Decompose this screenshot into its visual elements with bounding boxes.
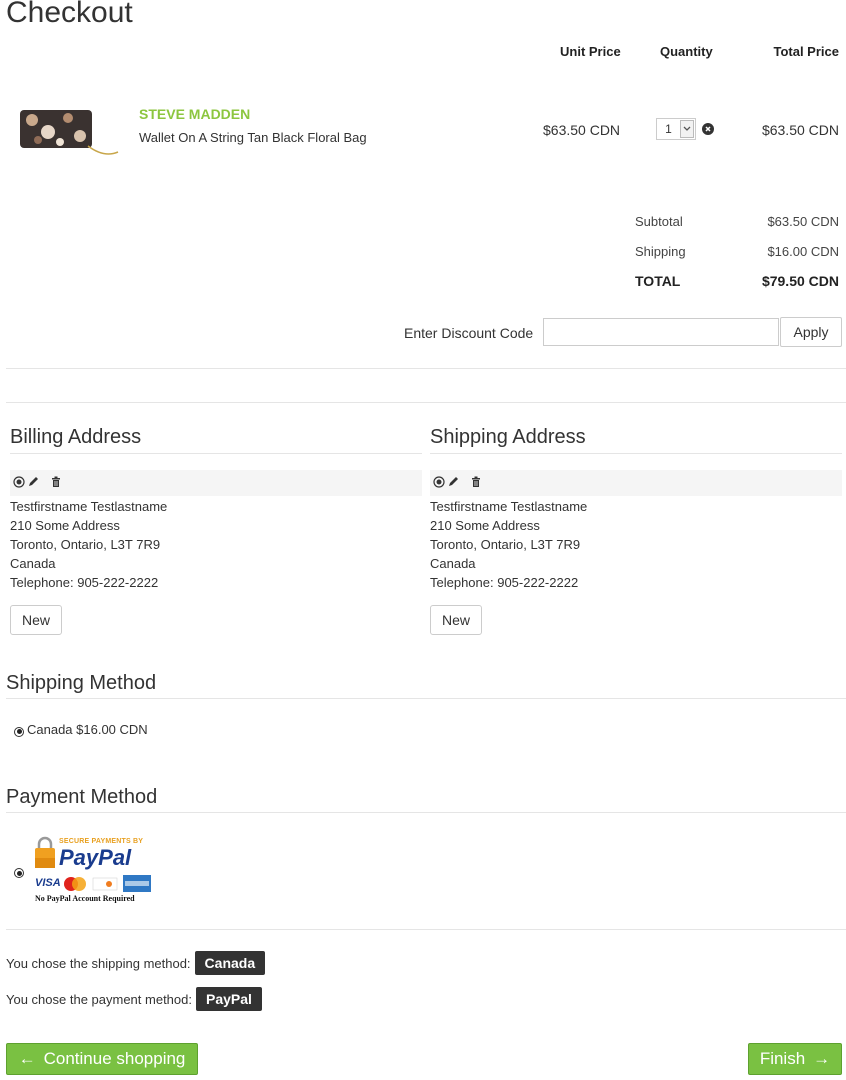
view-icon[interactable] — [13, 475, 25, 491]
remove-item-icon[interactable] — [702, 123, 714, 135]
finish-button[interactable]: Finish → — [748, 1043, 842, 1075]
header-quantity: Quantity — [660, 44, 713, 59]
shipping-option-label: Canada $16.00 CDN — [27, 722, 148, 737]
discount-label: Enter Discount Code — [404, 325, 534, 341]
continue-shopping-label: Continue shopping — [43, 1049, 186, 1068]
unit-price: $63.50 CDN — [543, 122, 621, 138]
product-name[interactable]: Wallet On A String Tan Black Floral Bag — [139, 130, 367, 145]
chevron-down-icon — [680, 120, 694, 138]
divider — [430, 453, 842, 454]
apply-discount-button[interactable]: Apply — [780, 317, 842, 347]
address-line: Canada — [10, 556, 56, 571]
visa-logo: VISA — [35, 877, 61, 889]
address-line: Toronto, Ontario, L3T 7R9 — [430, 537, 581, 552]
address-line: 210 Some Address — [430, 518, 540, 533]
payment-method-title: Payment Method — [6, 786, 158, 808]
shipping-option-radio[interactable] — [14, 726, 24, 737]
divider — [6, 402, 846, 403]
new-billing-address-button[interactable]: New — [10, 605, 62, 635]
paypal-brand-text: PayPal — [59, 845, 132, 870]
chosen-payment-line: You chose the payment method: PayPal — [6, 987, 262, 1011]
shipping-option[interactable]: Canada $16.00 CDN — [14, 722, 148, 737]
divider — [6, 812, 846, 813]
subtotal-value: $63.50 CDN — [767, 214, 839, 229]
payment-option-radio[interactable] — [14, 868, 24, 878]
billing-address-toolbar — [10, 470, 422, 496]
divider — [6, 929, 846, 930]
quantity-value: 1 — [665, 122, 672, 136]
shipping-value: $16.00 CDN — [767, 244, 839, 259]
address-line: 210 Some Address — [10, 518, 120, 533]
edit-pencil-icon[interactable] — [27, 476, 39, 491]
divider — [6, 368, 846, 369]
subtotal-label: Subtotal — [635, 214, 683, 229]
arrow-right-icon: → — [813, 1049, 831, 1068]
total-value: $79.50 CDN — [761, 273, 839, 289]
total-label: TOTAL — [635, 273, 681, 289]
product-brand[interactable]: STEVE MADDEN — [139, 106, 250, 122]
address-line: Telephone: 905-222-2222 — [10, 575, 159, 590]
trash-icon[interactable] — [51, 476, 61, 491]
view-icon[interactable] — [433, 475, 445, 491]
address-line: Telephone: 905-222-2222 — [430, 575, 579, 590]
address-line: Testfirstname Testlastname — [10, 499, 168, 514]
shipping-method-title: Shipping Method — [6, 672, 157, 694]
billing-address-title: Billing Address — [10, 426, 142, 448]
shipping-label: Shipping — [635, 244, 686, 259]
chosen-payment-prefix: You chose the payment method: — [6, 991, 192, 1007]
chosen-shipping-prefix: You chose the shipping method: — [6, 955, 191, 971]
product-image[interactable] — [18, 102, 120, 158]
chosen-shipping-badge: Canada — [194, 951, 266, 975]
arrow-left-icon: ← — [18, 1049, 36, 1068]
divider — [10, 453, 422, 454]
paypal-secure-text: SECURE PAYMENTS BY — [59, 838, 144, 845]
billing-address-text: Testfirstname Testlastname 210 Some Addr… — [10, 497, 167, 592]
page-title: Checkout — [6, 0, 133, 29]
divider — [6, 698, 846, 699]
trash-icon[interactable] — [471, 476, 481, 491]
quantity-select[interactable]: 1 — [656, 118, 696, 140]
chosen-shipping-line: You chose the shipping method: Canada — [6, 951, 266, 975]
continue-shopping-button[interactable]: ← Continue shopping — [6, 1043, 198, 1075]
address-line: Testfirstname Testlastname — [430, 499, 588, 514]
discount-code-input[interactable] — [543, 318, 779, 346]
chosen-payment-badge: PayPal — [195, 987, 262, 1011]
shipping-address-title: Shipping Address — [430, 426, 586, 448]
address-line: Toronto, Ontario, L3T 7R9 — [10, 537, 161, 552]
card-logos-icon — [64, 875, 151, 892]
shipping-address-text: Testfirstname Testlastname 210 Some Addr… — [430, 497, 587, 592]
header-unit-price: Unit Price — [560, 44, 621, 59]
new-shipping-address-button[interactable]: New — [430, 605, 482, 635]
paypal-logo[interactable]: SECURE PAYMENTS BY PayPal VISA No PayPal… — [33, 836, 155, 906]
edit-pencil-icon[interactable] — [447, 476, 459, 491]
address-line: Canada — [430, 556, 476, 571]
shipping-address-toolbar — [430, 470, 842, 496]
header-total-price: Total Price — [773, 44, 839, 59]
line-total-price: $63.50 CDN — [761, 122, 839, 138]
finish-label: Finish — [759, 1049, 806, 1068]
paypal-note-text: No PayPal Account Required — [35, 894, 135, 903]
